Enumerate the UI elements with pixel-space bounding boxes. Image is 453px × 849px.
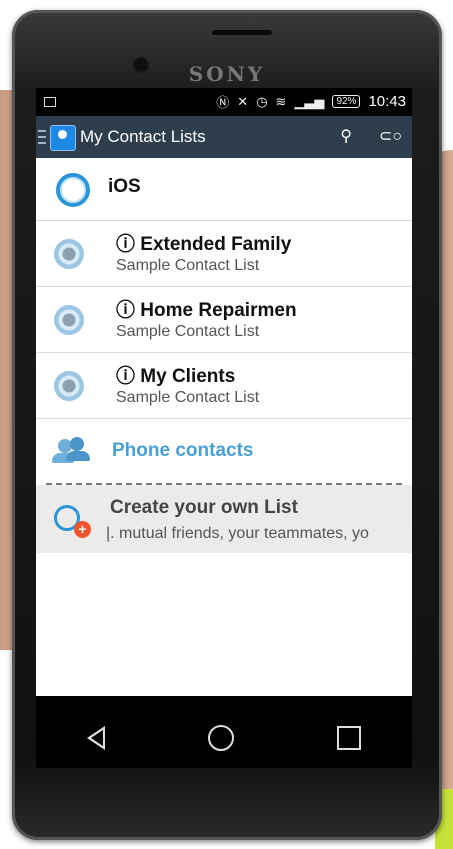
app-bar: My Contact Lists ⚲ ⊂○: [36, 116, 412, 158]
list-item-title: ⓘ Home Repairmen: [116, 300, 297, 321]
clock: 10:43: [368, 93, 406, 110]
list-item-subtitle: Sample Contact List: [116, 323, 260, 340]
mute-icon: ✕: [237, 93, 249, 109]
signal-icon: ▁▃▅: [294, 93, 325, 109]
earpiece-speaker: [212, 30, 272, 35]
list-item-label: iOS: [108, 176, 141, 197]
drawer-icon[interactable]: [38, 130, 46, 144]
wifi-icon: ≋: [275, 93, 287, 109]
battery-indicator: 92%: [332, 95, 361, 108]
globe-icon: [54, 239, 84, 269]
navigation-bar: [36, 708, 412, 768]
list-item-subtitle: Sample Contact List: [116, 257, 260, 274]
list-item-subtitle: Sample Contact List: [116, 389, 260, 406]
contact-lists: iOS ⓘ Extended Family Sample Contact Lis…: [36, 158, 412, 696]
list-item[interactable]: ⓘ My Clients Sample Contact List: [36, 353, 412, 419]
page-title: My Contact Lists: [80, 127, 206, 146]
app-logo-icon[interactable]: [50, 125, 76, 151]
create-list-button[interactable]: + Create your own List |. mutual friends…: [36, 485, 412, 553]
globe-icon: [54, 305, 84, 335]
search-icon[interactable]: ⚲: [340, 126, 352, 146]
list-item-title: ⓘ My Clients: [116, 366, 236, 387]
back-icon[interactable]: [87, 726, 106, 750]
list-item-phone-contacts[interactable]: Phone contacts: [36, 419, 412, 483]
status-bar: Ⓝ ✕ ◷ ≋ ▁▃▅ 92% 10:43: [36, 88, 412, 116]
create-list-subtitle: |. mutual friends, your teammates, yo: [106, 525, 369, 542]
nfc-icon: Ⓝ: [216, 95, 230, 110]
list-item[interactable]: ⓘ Home Repairmen Sample Contact List: [36, 287, 412, 353]
globe-icon: [54, 371, 84, 401]
image-icon: [44, 97, 56, 107]
add-list-icon[interactable]: ⊂○: [379, 126, 402, 146]
recent-apps-icon[interactable]: [336, 726, 361, 750]
phone-contacts-label: Phone contacts: [112, 440, 254, 461]
list-item[interactable]: ⓘ Extended Family Sample Contact List: [36, 221, 412, 287]
plus-icon: +: [74, 521, 91, 538]
phone-screen: Ⓝ ✕ ◷ ≋ ▁▃▅ 92% 10:43 My Contact Lists ⚲…: [36, 88, 412, 768]
device-brand: SONY: [188, 62, 266, 86]
people-icon: [52, 437, 92, 463]
home-icon[interactable]: [207, 725, 234, 751]
ring-icon: [56, 173, 90, 207]
alarm-icon: ◷: [256, 93, 268, 109]
status-icons: Ⓝ ✕ ◷ ≋ ▁▃▅ 92% 10:43: [216, 92, 406, 111]
list-item-ios[interactable]: iOS: [36, 158, 412, 221]
create-list-title: Create your own List: [110, 497, 298, 518]
list-item-title: ⓘ Extended Family: [116, 234, 292, 255]
phone-device: SONY Ⓝ ✕ ◷ ≋ ▁▃▅ 92% 10:43 My Contact Li…: [12, 10, 442, 840]
